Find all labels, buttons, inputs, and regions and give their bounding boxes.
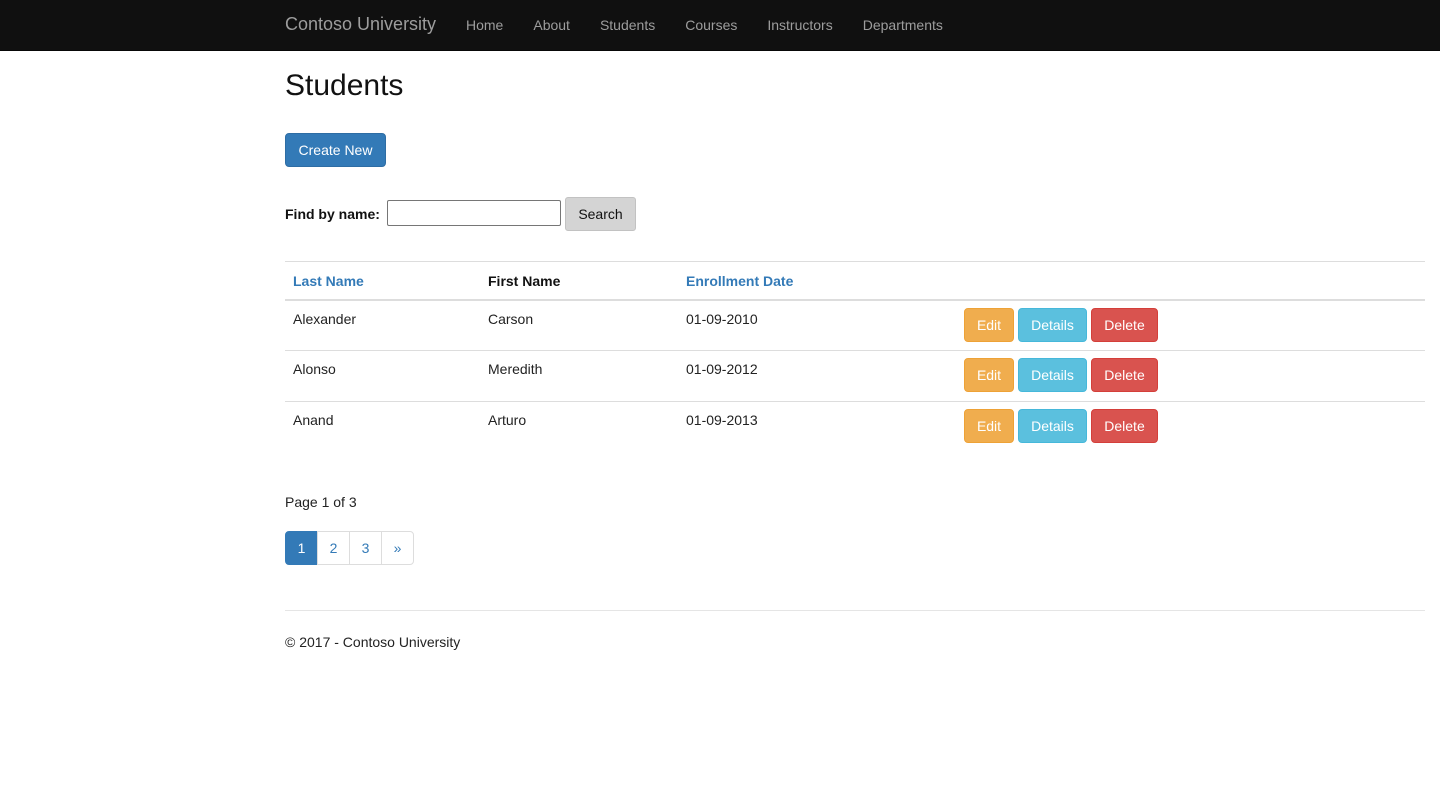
first-name-cell: Meredith — [488, 361, 543, 377]
top-navbar: Contoso University Home About Students C… — [0, 0, 1440, 51]
last-name-cell: Alexander — [293, 310, 357, 327]
details-button[interactable]: Details — [1018, 358, 1087, 392]
page-link-1[interactable]: 1 — [285, 531, 318, 565]
footer-copyright: © 2017 - Contoso University — [285, 634, 461, 650]
search-input[interactable] — [387, 200, 561, 226]
footer-divider — [285, 610, 1425, 611]
last-name-cell: Alonso — [293, 361, 336, 377]
pagination: 1 2 3 » — [285, 531, 414, 565]
search-button[interactable]: Search — [565, 197, 636, 231]
first-name-cell: Arturo — [488, 412, 527, 428]
first-name-cell: Carson — [488, 310, 534, 327]
last-name-cell: Anand — [293, 412, 334, 428]
enrollment-date-cell: 01-09-2012 — [686, 361, 758, 377]
table-row: Anand Arturo 01-09-2013 Edit Details Delet… — [285, 401, 1425, 453]
page-link-3[interactable]: 3 — [349, 531, 382, 565]
main-nav: Home About Students Courses Instructors … — [466, 17, 973, 33]
next-page-link[interactable]: » — [381, 531, 414, 565]
row-actions: Edit Details Delete — [964, 402, 1425, 453]
row-actions: Edit Details Delete — [964, 351, 1425, 402]
nav-item-instructors[interactable]: Instructors — [767, 17, 832, 33]
edit-button[interactable]: Edit — [964, 307, 1014, 342]
page-link-2[interactable]: 2 — [317, 531, 350, 565]
sort-last-name-link[interactable]: Last Name — [285, 262, 480, 300]
edit-button[interactable]: Edit — [964, 409, 1014, 443]
create-new-button[interactable]: Create New — [285, 133, 386, 167]
table-row: Alonso Meredith 01-09-2012 Edit Details De… — [285, 350, 1425, 402]
page-title: Students — [285, 69, 404, 102]
nav-item-students[interactable]: Students — [600, 17, 655, 33]
details-button[interactable]: Details — [1018, 307, 1087, 342]
brand-link[interactable]: Contoso University — [285, 14, 436, 35]
enrollment-date-cell: 01-09-2013 — [686, 412, 758, 428]
nav-item-home[interactable]: Home — [466, 17, 503, 33]
edit-button[interactable]: Edit — [964, 358, 1014, 392]
enrollment-date-cell: 01-09-2010 — [686, 310, 758, 327]
nav-item-about[interactable]: About — [533, 17, 570, 33]
students-table: Last Name First Name Enrollment Date Ale… — [285, 261, 1425, 453]
details-button[interactable]: Details — [1018, 409, 1087, 443]
nav-item-departments[interactable]: Departments — [863, 17, 943, 33]
nav-item-courses[interactable]: Courses — [685, 17, 737, 33]
find-by-name-label: Find by name: — [285, 206, 380, 222]
delete-button[interactable]: Delete — [1091, 307, 1158, 342]
delete-button[interactable]: Delete — [1091, 409, 1158, 443]
first-name-header: First Name — [488, 273, 561, 289]
actions-header — [964, 262, 1425, 300]
sort-enrollment-date-link[interactable]: Enrollment Date — [678, 262, 964, 300]
page-info: Page 1 of 3 — [285, 494, 357, 510]
row-actions: Edit Details Delete — [964, 300, 1425, 351]
table-header-row: Last Name First Name Enrollment Date — [285, 261, 1425, 300]
table-row: Alexander Carson 01-09-2010 Edit Details D… — [285, 300, 1425, 351]
delete-button[interactable]: Delete — [1091, 358, 1158, 392]
